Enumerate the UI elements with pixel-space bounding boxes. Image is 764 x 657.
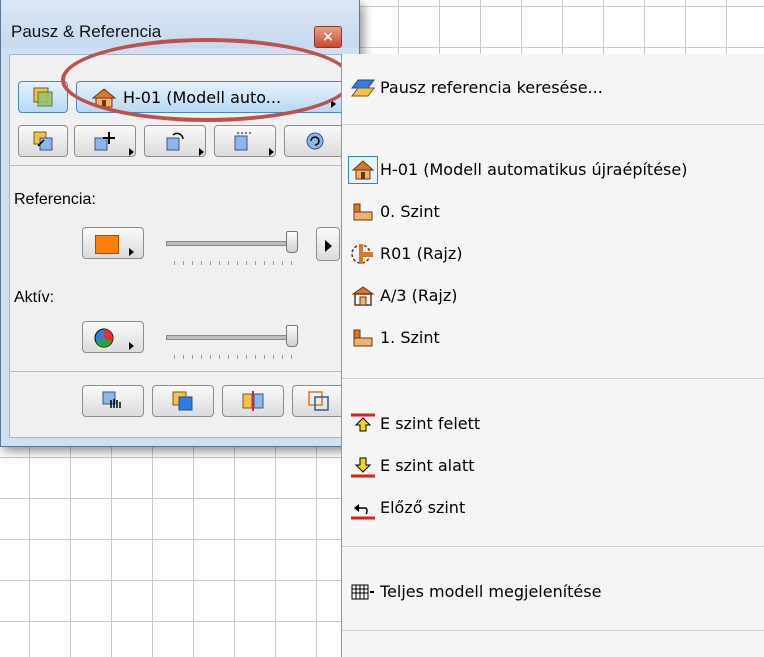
menu-separator — [342, 546, 764, 547]
overlay-button[interactable] — [152, 385, 214, 417]
close-button[interactable]: × — [314, 26, 342, 48]
elevation-icon — [351, 286, 375, 306]
close-icon: × — [322, 29, 334, 45]
menu-item-label: H-01 (Modell automatikus újraépítése) — [380, 160, 688, 179]
swap-icon — [33, 131, 53, 151]
reference-opacity-slider[interactable] — [166, 241, 298, 246]
arrow-up-icon — [351, 413, 375, 432]
menu-item-label: Pausz referencia keresése... — [380, 78, 603, 97]
intersect-icon — [308, 391, 329, 411]
menu-separator — [342, 378, 764, 379]
rotate-icon — [166, 132, 184, 151]
trace-toggle-button[interactable] — [18, 81, 68, 113]
menu-item-full-model[interactable]: Teljes modell megjelenítése — [342, 574, 764, 610]
story-icon — [353, 203, 373, 221]
menu-item-szint-1[interactable]: 1. Szint — [342, 320, 764, 356]
swap-button[interactable] — [18, 125, 68, 157]
active-color-button[interactable] — [82, 321, 144, 353]
menu-item-szint-0[interactable]: 0. Szint — [342, 194, 764, 230]
section-divider — [10, 371, 348, 372]
active-slider-thumb[interactable] — [286, 325, 298, 347]
pausz-referencia-palette: Pausz & Referencia × H-01 (Modell auto..… — [0, 0, 360, 447]
story-icon — [353, 329, 373, 347]
menu-item-label: E szint felett — [380, 414, 481, 433]
slider-ticks — [174, 355, 294, 359]
slider-ticks — [174, 261, 294, 265]
chevron-right-icon — [199, 148, 204, 156]
compare-button[interactable] — [222, 385, 284, 417]
menu-item-previous[interactable]: Előző szint — [342, 490, 764, 526]
menu-item-above[interactable]: E szint felett — [342, 406, 764, 442]
reset-button[interactable] — [284, 125, 346, 157]
mirror-button[interactable] — [214, 125, 276, 157]
active-opacity-slider[interactable] — [166, 335, 298, 340]
color-wheel-icon — [94, 328, 114, 348]
palette-panel: H-01 (Modell auto... Referencia: Aktív: — [9, 54, 349, 438]
menu-item-h01[interactable]: H-01 (Modell automatikus újraépítése) — [342, 152, 764, 188]
move-icon — [94, 132, 115, 151]
triangle-right-icon — [325, 240, 332, 252]
mirror-icon — [234, 132, 253, 151]
menu-item-label: 0. Szint — [380, 202, 440, 221]
aktiv-label: Aktív: — [14, 289, 55, 306]
menu-item-a3[interactable]: A/3 (Rajz) — [342, 278, 764, 314]
refresh-icon — [306, 132, 324, 150]
reference-dropdown-menu: Pausz referencia keresése... H-01 (Model… — [341, 54, 764, 657]
menu-item-search-reference[interactable]: Pausz referencia keresése... — [342, 70, 764, 106]
menu-item-label: A/3 (Rajz) — [380, 286, 458, 305]
referencia-label: Referencia: — [14, 191, 96, 208]
menu-item-r01[interactable]: R01 (Rajz) — [342, 236, 764, 272]
trace-icon — [33, 87, 53, 107]
menu-item-label: Előző szint — [380, 498, 466, 517]
section-marker-icon — [351, 244, 373, 264]
menu-item-below[interactable]: E szint alatt — [342, 448, 764, 484]
arrow-down-icon — [351, 457, 375, 478]
chevron-right-icon — [129, 248, 134, 256]
reference-slider-thumb[interactable] — [286, 231, 298, 253]
palette-title: Pausz & Referencia — [11, 22, 162, 41]
house-icon — [351, 160, 375, 180]
house-icon — [91, 88, 117, 108]
reference-select-button[interactable]: H-01 (Modell auto... — [76, 81, 346, 113]
chevron-right-icon — [269, 148, 274, 156]
section-divider — [10, 165, 348, 166]
palette-titlebar[interactable]: Pausz & Referencia × — [1, 0, 359, 48]
menu-separator — [342, 630, 764, 631]
reference-color-swatch — [95, 235, 119, 254]
rotate-button[interactable] — [144, 125, 206, 157]
reference-color-button[interactable] — [82, 227, 144, 259]
chevron-right-icon — [331, 100, 336, 108]
chevron-right-icon — [129, 148, 134, 156]
move-button[interactable] — [74, 125, 136, 157]
chevron-right-icon — [129, 342, 134, 350]
expand-button[interactable] — [316, 227, 340, 261]
menu-item-label: 1. Szint — [380, 328, 440, 347]
menu-separator — [342, 124, 764, 125]
hand-icon — [102, 391, 121, 408]
pan-button[interactable] — [82, 385, 144, 417]
menu-item-label: Teljes modell megjelenítése — [380, 582, 602, 601]
undo-arrow-icon — [351, 504, 375, 520]
overlay-icon — [172, 391, 193, 411]
reference-button-label: H-01 (Modell auto... — [123, 88, 282, 107]
menu-item-label: R01 (Rajz) — [380, 244, 463, 263]
intersect-button[interactable] — [292, 385, 346, 417]
full-model-icon — [351, 584, 374, 600]
split-compare-icon — [242, 391, 264, 411]
search-reference-icon — [351, 79, 375, 97]
menu-item-label: E szint alatt — [380, 456, 475, 475]
